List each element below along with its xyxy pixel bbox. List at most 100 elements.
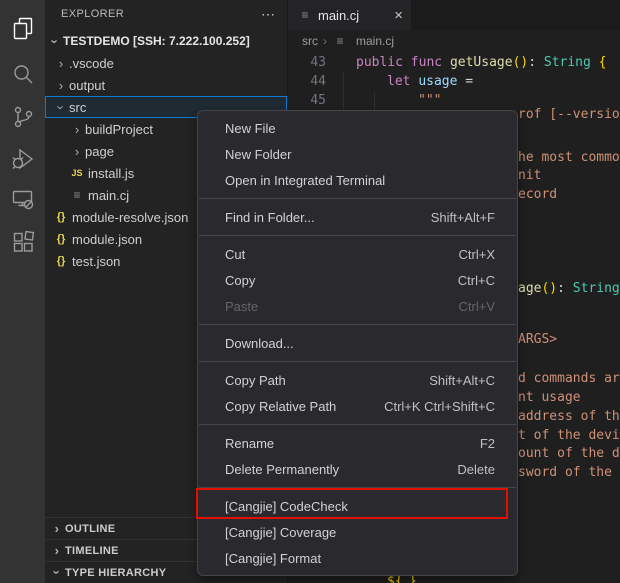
- tree-item-label: test.json: [72, 254, 120, 269]
- extensions-icon[interactable]: [0, 222, 45, 262]
- menu-item-label: Find in Folder...: [225, 210, 431, 225]
- menu-item-shortcut: Ctrl+C: [458, 273, 495, 288]
- json-icon: {}: [53, 255, 69, 267]
- remote-explorer-icon[interactable]: [0, 179, 45, 219]
- tree-item-output[interactable]: ›output: [45, 74, 287, 96]
- menu-item-label: [Cangjie] Coverage: [225, 525, 495, 540]
- menu-item-open-in-integrated-terminal[interactable]: Open in Integrated Terminal: [198, 167, 517, 193]
- menu-item-copy-path[interactable]: Copy PathShift+Alt+C: [198, 367, 517, 393]
- menu-item-label: Rename: [225, 436, 480, 451]
- menu-item-new-folder[interactable]: New Folder: [198, 141, 517, 167]
- vscode-window: EXPLORER ⋯ ›TESTDEMO [SSH: 7.222.100.252…: [0, 0, 620, 583]
- tab-label: main.cj: [318, 8, 388, 23]
- breadcrumb: src › ≡ main.cj: [288, 30, 620, 52]
- menu-item-label: [Cangjie] Format: [225, 551, 495, 566]
- code-line-44: 44let usage =: [288, 72, 620, 91]
- code-line-43: 43public func getUsage(): String {: [288, 53, 620, 72]
- chevron-right-icon: ›: [323, 34, 327, 48]
- tab-bar: ≡ main.cj ×: [288, 0, 620, 30]
- menu-item-copy-relative-path[interactable]: Copy Relative PathCtrl+K Ctrl+Shift+C: [198, 393, 517, 419]
- menu-separator: [199, 424, 516, 425]
- line-number: 44: [288, 72, 326, 91]
- tree-item-label: module-resolve.json: [72, 210, 188, 225]
- line-number: 45: [288, 91, 326, 110]
- more-actions-icon[interactable]: ⋯: [261, 6, 275, 23]
- code-fragment: nit: [518, 166, 541, 185]
- chevron-right-icon: ›: [53, 78, 69, 93]
- menu-item-label: Paste: [225, 299, 459, 314]
- menu-item-delete-permanently[interactable]: Delete PermanentlyDelete: [198, 456, 517, 482]
- menu-item-cangjie-format[interactable]: [Cangjie] Format: [198, 545, 517, 571]
- chevron-down-icon: ›: [50, 565, 65, 581]
- code-fragment: nt usage: [518, 388, 581, 407]
- code-fragment: sword of the d: [518, 463, 620, 482]
- menu-separator: [199, 198, 516, 199]
- tree-item-label: buildProject: [85, 122, 153, 137]
- code-text: """: [418, 91, 441, 110]
- tree-item-label: page: [85, 144, 114, 159]
- json-icon: {}: [53, 233, 69, 245]
- menu-item-shortcut: Ctrl+V: [459, 299, 495, 314]
- menu-item-cangjie-coverage[interactable]: [Cangjie] Coverage: [198, 519, 517, 545]
- chevron-right-icon: ›: [53, 56, 69, 71]
- search-icon[interactable]: [0, 54, 45, 94]
- menu-item-shortcut: Ctrl+X: [459, 247, 495, 262]
- red-highlight-annotation: [196, 488, 508, 519]
- menu-item-download[interactable]: Download...: [198, 330, 517, 356]
- menu-item-shortcut: Shift+Alt+F: [431, 210, 495, 225]
- close-icon[interactable]: ×: [394, 7, 403, 24]
- chevron-right-icon: ›: [69, 144, 85, 159]
- source-control-icon[interactable]: [0, 97, 45, 137]
- menu-item-cut[interactable]: CutCtrl+X: [198, 241, 517, 267]
- menu-item-shortcut: Ctrl+K Ctrl+Shift+C: [384, 399, 495, 414]
- code-text: public func getUsage(): String {: [356, 53, 607, 72]
- json-icon: {}: [53, 211, 69, 223]
- code-fragment: ecord: [518, 185, 557, 204]
- tab-main-cj[interactable]: ≡ main.cj ×: [288, 0, 412, 30]
- tree-item-label: output: [69, 78, 105, 93]
- tree-item-testdemo[interactable]: ›TESTDEMO [SSH: 7.222.100.252]: [45, 30, 287, 52]
- code-fragment: address of the: [518, 407, 620, 426]
- menu-item-label: Cut: [225, 247, 459, 262]
- js-icon: JS: [69, 168, 85, 178]
- breadcrumb-file[interactable]: main.cj: [356, 34, 394, 48]
- code-fragment: he most common: [518, 148, 620, 167]
- section-label: TIMELINE: [65, 545, 119, 557]
- menu-separator: [199, 324, 516, 325]
- menu-item-label: New Folder: [225, 147, 495, 162]
- menu-item-shortcut: Delete: [457, 462, 495, 477]
- breadcrumb-folder[interactable]: src: [302, 34, 318, 48]
- chevron-right-icon: ›: [49, 521, 65, 536]
- menu-separator: [199, 361, 516, 362]
- menu-item-label: Open in Integrated Terminal: [225, 173, 495, 188]
- files-icon[interactable]: [0, 9, 45, 49]
- menu-item-label: Copy: [225, 273, 458, 288]
- menu-item-label: New File: [225, 121, 495, 136]
- chevron-right-icon: ›: [49, 543, 65, 558]
- run-debug-icon[interactable]: [0, 139, 45, 179]
- menu-item-paste: PasteCtrl+V: [198, 293, 517, 319]
- code-fragment: rof [--version: [518, 105, 620, 124]
- menu-item-copy[interactable]: CopyCtrl+C: [198, 267, 517, 293]
- code-fragment: age(): String: [518, 279, 620, 298]
- chevron-down-icon: ›: [54, 99, 69, 115]
- menu-item-shortcut: Shift+Alt+C: [429, 373, 495, 388]
- menu-item-label: Copy Path: [225, 373, 429, 388]
- tree-item-label: module.json: [72, 232, 142, 247]
- code-fragment: t of the devic: [518, 426, 620, 445]
- menu-item-new-file[interactable]: New File: [198, 115, 517, 141]
- menu-item-rename[interactable]: RenameF2: [198, 430, 517, 456]
- menu-item-label: Delete Permanently: [225, 462, 457, 477]
- cj-file-icon: ≡: [69, 188, 85, 202]
- tree-item-label: src: [69, 100, 86, 115]
- menu-item-find-in-folder[interactable]: Find in Folder...Shift+Alt+F: [198, 204, 517, 230]
- menu-item-label: Copy Relative Path: [225, 399, 384, 414]
- section-label: OUTLINE: [65, 523, 115, 535]
- menu-item-label: Download...: [225, 336, 495, 351]
- code-fragment: ARGS>: [518, 330, 557, 349]
- tree-item-.vscode[interactable]: ›.vscode: [45, 52, 287, 74]
- section-label: TYPE HIERARCHY: [65, 567, 166, 579]
- explorer-title: EXPLORER: [61, 8, 261, 20]
- menu-separator: [199, 235, 516, 236]
- cj-file-icon: ≡: [332, 34, 348, 48]
